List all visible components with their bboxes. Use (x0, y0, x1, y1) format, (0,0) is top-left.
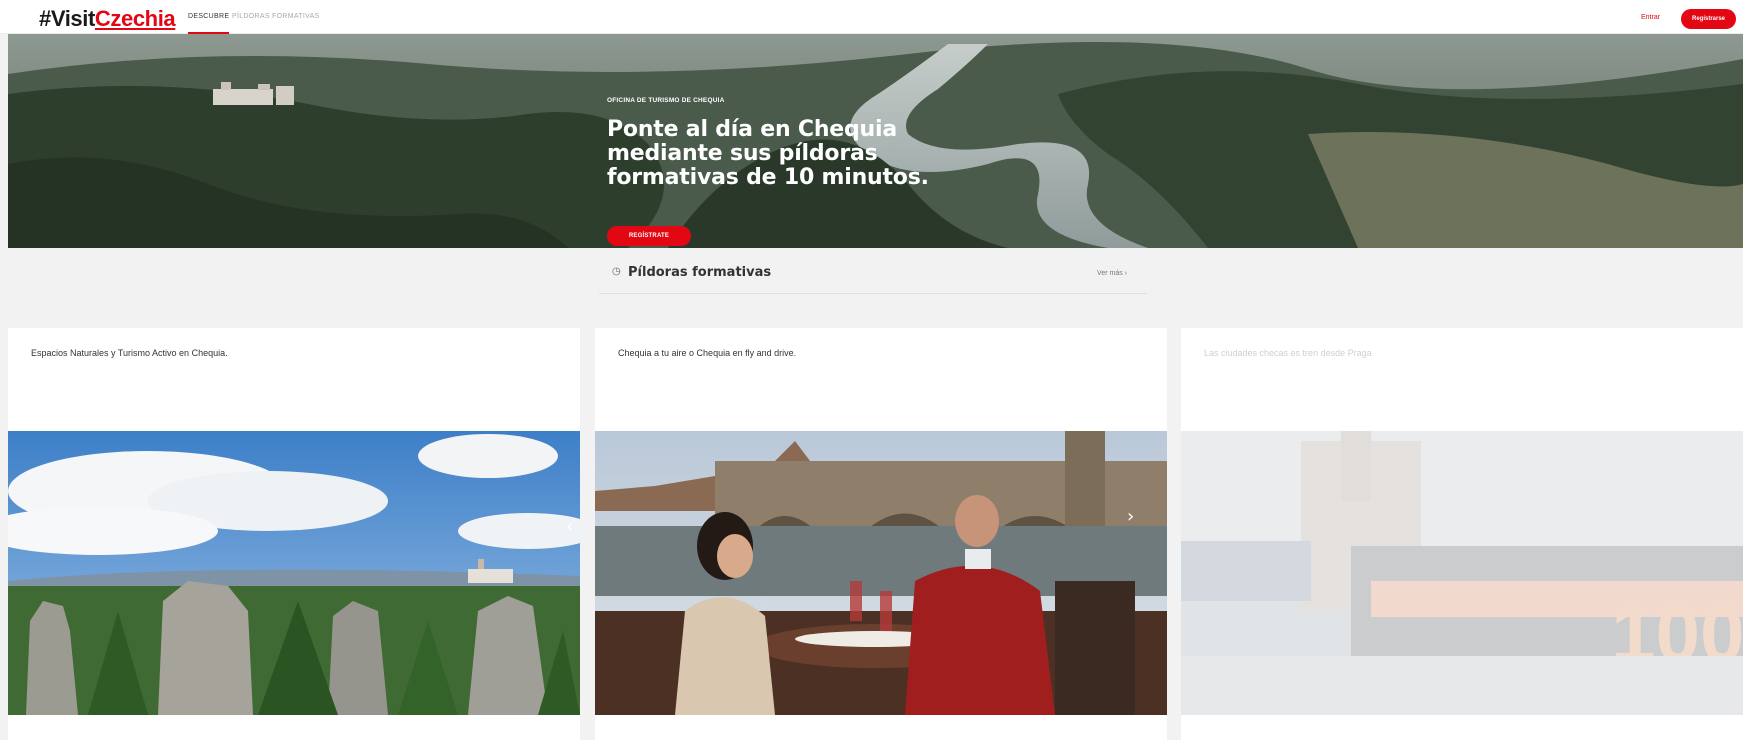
login-link[interactable]: Entrar (1641, 14, 1660, 21)
register-cta-button[interactable]: REGÍSTRATE (607, 226, 691, 246)
clock-icon: ◷ (612, 266, 621, 277)
chevron-left-icon[interactable]: ‹ (566, 516, 573, 537)
hero-eyebrow: OFICINA DE TURISMO DE CHEQUIA (607, 97, 725, 104)
card-title: Chequia a tu aire o Chequia en fly and d… (618, 348, 797, 358)
register-button[interactable]: Regístrarse (1681, 9, 1736, 29)
see-more-link[interactable]: Ver más › (1097, 270, 1127, 277)
card-title: Espacios Naturales y Turismo Activo en C… (31, 348, 228, 358)
course-card[interactable]: Espacios Naturales y Turismo Activo en C… (8, 328, 580, 740)
tab-descubre[interactable]: DESCUBRE (188, 13, 230, 34)
card-title: Las ciudades checas es tren desde Praga (1204, 348, 1372, 358)
card-image-nature (8, 431, 580, 715)
card-image-charles-bridge (595, 431, 1167, 715)
chevron-right-icon[interactable]: › (1127, 506, 1134, 527)
tab-pildoras-formativas[interactable]: PÍLDORAS FORMATIVAS (232, 13, 320, 20)
section-title: Píldoras formativas (628, 265, 772, 280)
card-image-train: 100 (1181, 431, 1743, 715)
logo-brand: Czechia (94, 6, 176, 31)
course-card[interactable]: Chequia a tu aire o Chequia en fly and d… (595, 328, 1167, 740)
fade-overlay (1181, 431, 1743, 715)
hero-banner: OFICINA DE TURISMO DE CHEQUIA Ponte al d… (8, 34, 1743, 248)
course-card[interactable]: Las ciudades checas es tren desde Praga … (1181, 328, 1743, 740)
section-header: ◷ Píldoras formativas Ver más › (599, 258, 1147, 294)
hero-title: Ponte al día en Chequia mediante sus píl… (607, 117, 929, 190)
logo-prefix: #Visit (39, 6, 95, 31)
top-navigation: #VisitCzechia DESCUBRE PÍLDORAS FORMATIV… (0, 0, 1743, 34)
visitczechia-logo[interactable]: #VisitCzechia (39, 6, 176, 32)
